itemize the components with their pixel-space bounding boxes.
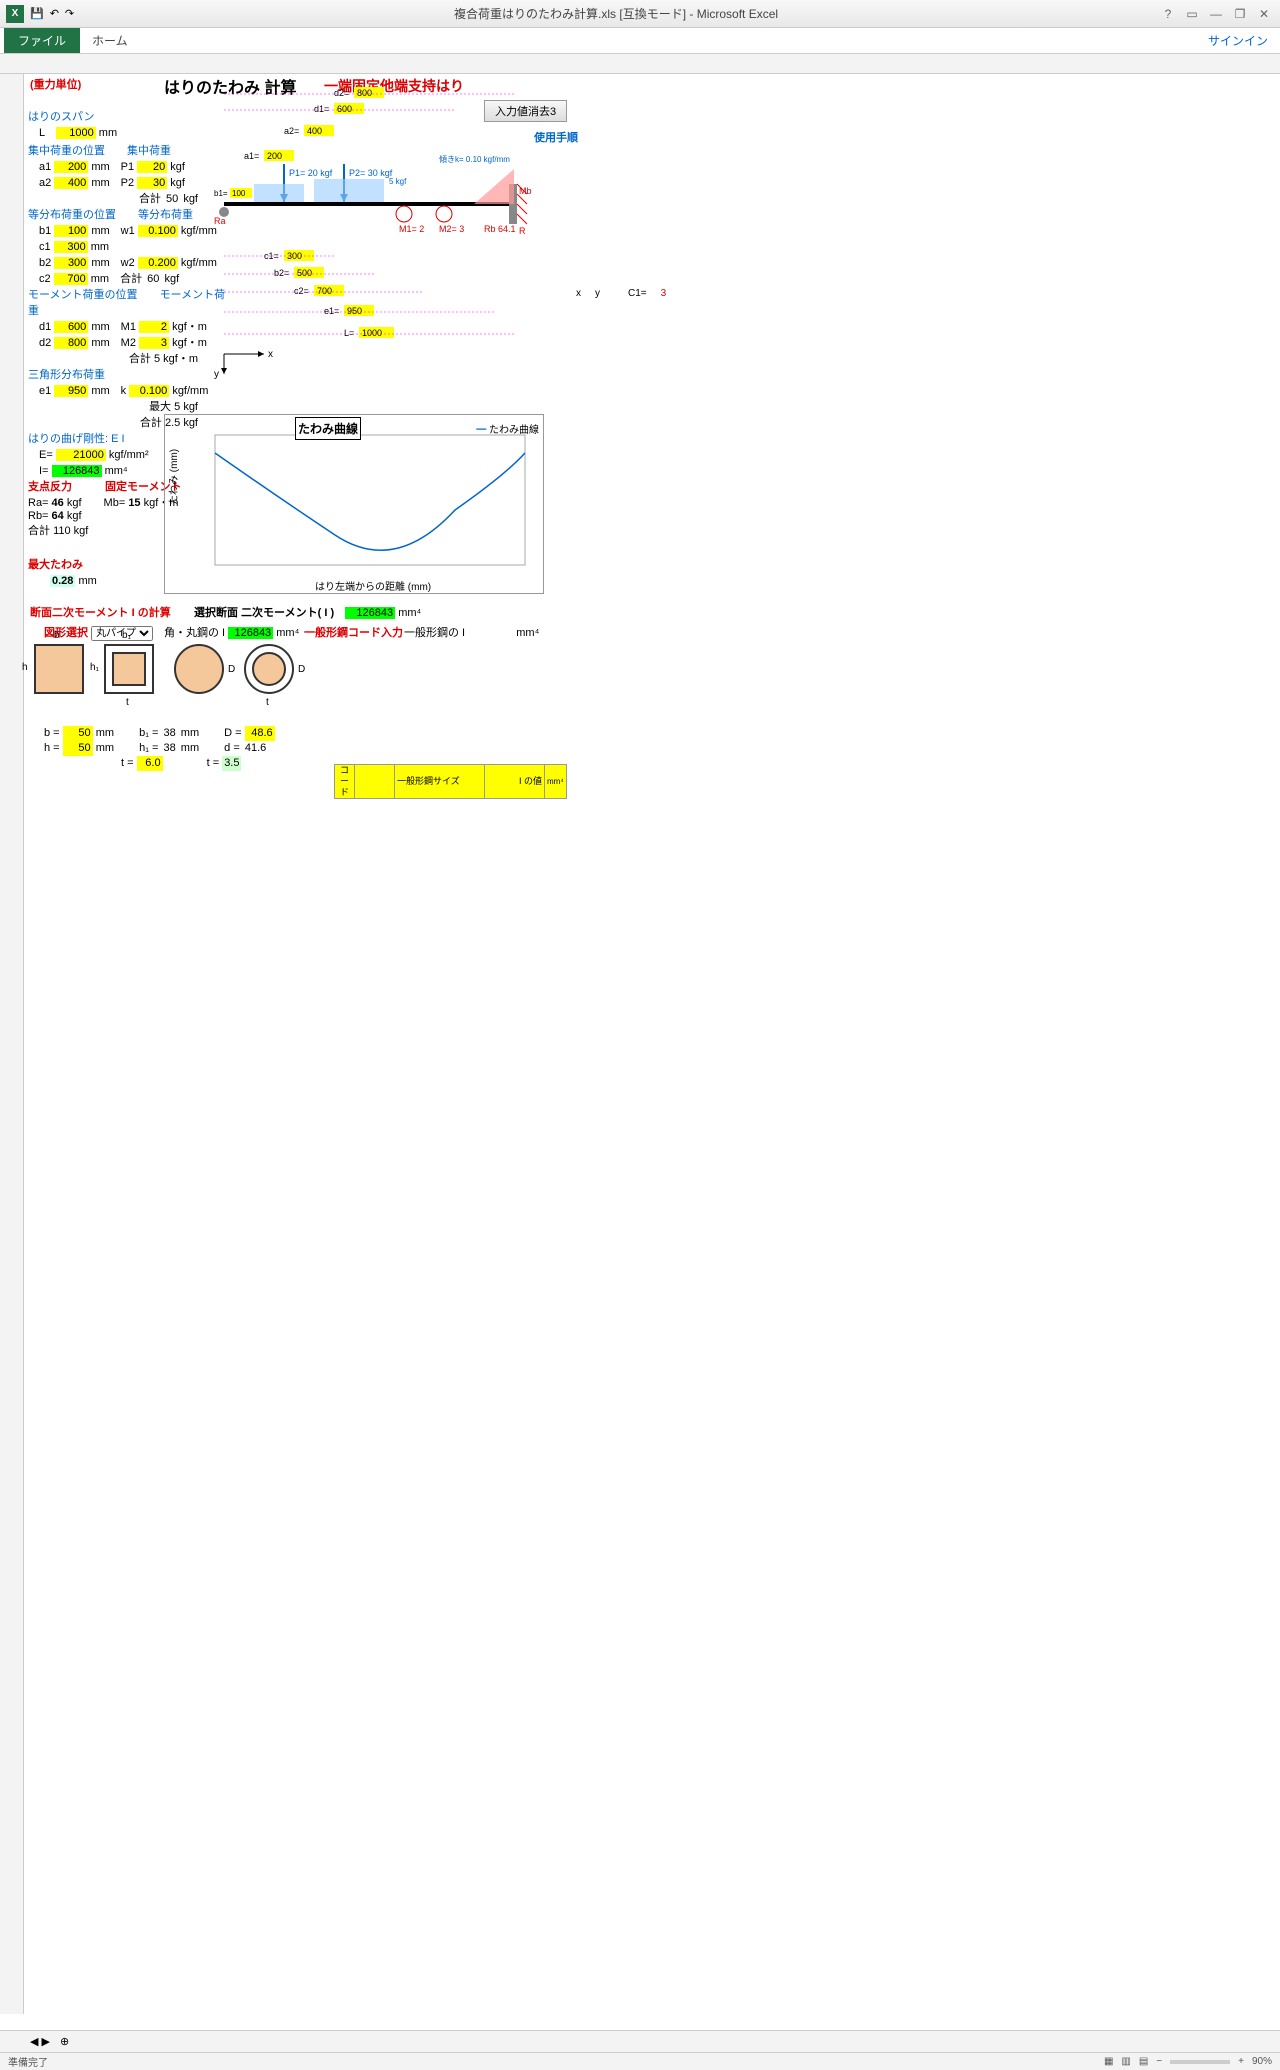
svg-text:はり左端からの距離 (mm): はり左端からの距離 (mm) <box>315 580 431 593</box>
unit-label: (重力単位) <box>30 76 81 92</box>
view-pagebreak-icon[interactable]: ▤ <box>1139 2056 1148 2067</box>
I-calc-header: 断面二次モーメント I の計算 <box>30 604 171 620</box>
status-ready: 準備完了 <box>8 2054 48 2069</box>
svg-text:600: 600 <box>337 104 352 114</box>
c1-input[interactable]: 300 <box>54 241 88 253</box>
d2-input[interactable]: 800 <box>54 337 88 349</box>
c2-input[interactable]: 700 <box>54 273 88 285</box>
svg-text:Ra: Ra <box>214 216 226 226</box>
svg-text:500: 500 <box>297 268 312 278</box>
svg-text:d1=: d1= <box>314 104 329 114</box>
help-icon[interactable]: ? <box>1158 6 1178 22</box>
view-layout-icon[interactable]: ▥ <box>1121 2056 1130 2067</box>
ribbon-tab[interactable]: ホーム <box>80 28 140 53</box>
h-input[interactable]: 50 <box>63 741 93 756</box>
svg-text:Rb 64.1: Rb 64.1 <box>484 224 516 234</box>
D-input[interactable]: 48.6 <box>245 726 275 741</box>
w1-input[interactable]: 0.100 <box>138 225 178 237</box>
svg-text:b1=: b1= <box>214 189 228 198</box>
minimize-icon[interactable]: — <box>1206 6 1226 22</box>
svg-text:400: 400 <box>307 126 322 136</box>
file-tab[interactable]: ファイル <box>4 28 80 53</box>
svg-text:b2=: b2= <box>274 268 289 278</box>
worksheet[interactable]: (重力単位) はりのたわみ 計算 一端固定他端支持はり 入力値消去3 使用手順 … <box>24 74 1280 2014</box>
chart-title: たわみ曲線 <box>295 417 361 440</box>
svg-text:700: 700 <box>317 286 332 296</box>
b-input[interactable]: 50 <box>63 726 93 741</box>
svg-text:a1=: a1= <box>244 151 259 161</box>
xy-table: xyC1=3 <box>554 286 674 301</box>
svg-text:L=: L= <box>344 328 354 338</box>
b1-input[interactable]: 100 <box>54 225 88 237</box>
undo-icon[interactable]: ↶ <box>50 7 59 20</box>
shape-diagrams: b h b₁ h₁ t D D t <box>34 644 294 694</box>
b2-input[interactable]: 300 <box>54 257 88 269</box>
svg-text:P2= 30 kgf: P2= 30 kgf <box>349 168 393 178</box>
sheet-tabs: ◀ ▶ ⊕ <box>0 2030 1280 2052</box>
svg-text:200: 200 <box>267 151 282 161</box>
svg-text:Mb: Mb <box>519 186 532 196</box>
redo-icon[interactable]: ↷ <box>65 7 74 20</box>
svg-text:950: 950 <box>347 306 362 316</box>
svg-text:R: R <box>519 226 526 236</box>
svg-text:傾きk= 0.10 kgf/mm: 傾きk= 0.10 kgf/mm <box>439 155 510 164</box>
svg-text:y: y <box>214 369 219 380</box>
usage-panel: 使用手順 <box>534 129 1054 145</box>
d1-input[interactable]: 600 <box>54 321 88 333</box>
a2-input[interactable]: 400 <box>54 177 88 189</box>
svg-text:P1= 20 kgf: P1= 20 kgf <box>289 168 333 178</box>
svg-text:たわみ (mm): たわみ (mm) <box>168 449 180 505</box>
beam-diagram: M1= 2 M2= 3 Ra Rb 64.1 Mb R d2= 800 d1= 60… <box>214 84 534 364</box>
excel-icon: X <box>6 5 24 23</box>
svg-text:5 kgf: 5 kgf <box>389 177 407 186</box>
new-sheet-icon[interactable]: ⊕ <box>60 2035 69 2048</box>
usage-header: 使用手順 <box>534 129 1054 145</box>
ribbon-toggle-icon[interactable]: ▭ <box>1182 6 1202 22</box>
maximize-icon[interactable]: ❐ <box>1230 6 1250 22</box>
tab-nav[interactable]: ◀ ▶ <box>30 2035 50 2048</box>
t-input[interactable]: 6.0 <box>137 756 163 771</box>
svg-text:800: 800 <box>357 88 372 98</box>
e1-input[interactable]: 950 <box>54 385 88 397</box>
L-input[interactable]: 1000 <box>56 127 96 139</box>
view-normal-icon[interactable]: ▦ <box>1104 2056 1113 2067</box>
svg-text:d2=: d2= <box>334 88 349 98</box>
M1-input[interactable]: 2 <box>139 321 169 333</box>
signin-link[interactable]: サインイン <box>1196 28 1280 53</box>
ribbon: ファイル ホーム サインイン <box>0 28 1280 54</box>
E-input[interactable]: 21000 <box>56 449 106 461</box>
zoom-level[interactable]: 90% <box>1252 2056 1272 2067</box>
svg-text:e1=: e1= <box>324 306 339 316</box>
svg-text:1000: 1000 <box>362 328 382 338</box>
svg-text:M1= 2: M1= 2 <box>399 224 424 234</box>
save-icon[interactable]: 💾 <box>30 7 44 20</box>
P2-input[interactable]: 30 <box>137 177 167 189</box>
M2-input[interactable]: 3 <box>139 337 169 349</box>
svg-text:M2= 3: M2= 3 <box>439 224 464 234</box>
title-bar: X 💾 ↶ ↷ 複合荷重はりのたわみ計算.xls [互換モード] - Micro… <box>0 0 1280 28</box>
steel-table: コード一般形鋼サイズI の値mm⁴ <box>334 764 567 799</box>
P1-input[interactable]: 20 <box>137 161 167 173</box>
close-icon[interactable]: ✕ <box>1254 6 1274 22</box>
zoom-out-icon[interactable]: − <box>1156 2056 1162 2067</box>
status-bar: 準備完了 ▦ ▥ ▤ − + 90% <box>0 2052 1280 2070</box>
row-headers <box>0 74 24 2014</box>
zoom-in-icon[interactable]: + <box>1238 2056 1244 2067</box>
window-title: 複合荷重はりのたわみ計算.xls [互換モード] - Microsoft Exc… <box>74 5 1158 22</box>
svg-text:100: 100 <box>232 189 246 198</box>
svg-text:a2=: a2= <box>284 126 299 136</box>
svg-text:x: x <box>268 349 273 360</box>
a1-input[interactable]: 200 <box>54 161 88 173</box>
deflection-chart: たわみ曲線 ━ たわみ曲線 たわみ (mm) はり左端からの距離 (mm) <box>164 414 544 594</box>
k-input[interactable]: 0.100 <box>129 385 169 397</box>
svg-text:c2=: c2= <box>294 286 309 296</box>
span-label: はりのスパン <box>28 108 228 124</box>
I-input[interactable]: 126843 <box>52 465 102 477</box>
column-headers <box>0 54 1280 74</box>
w2-input[interactable]: 0.200 <box>138 257 178 269</box>
